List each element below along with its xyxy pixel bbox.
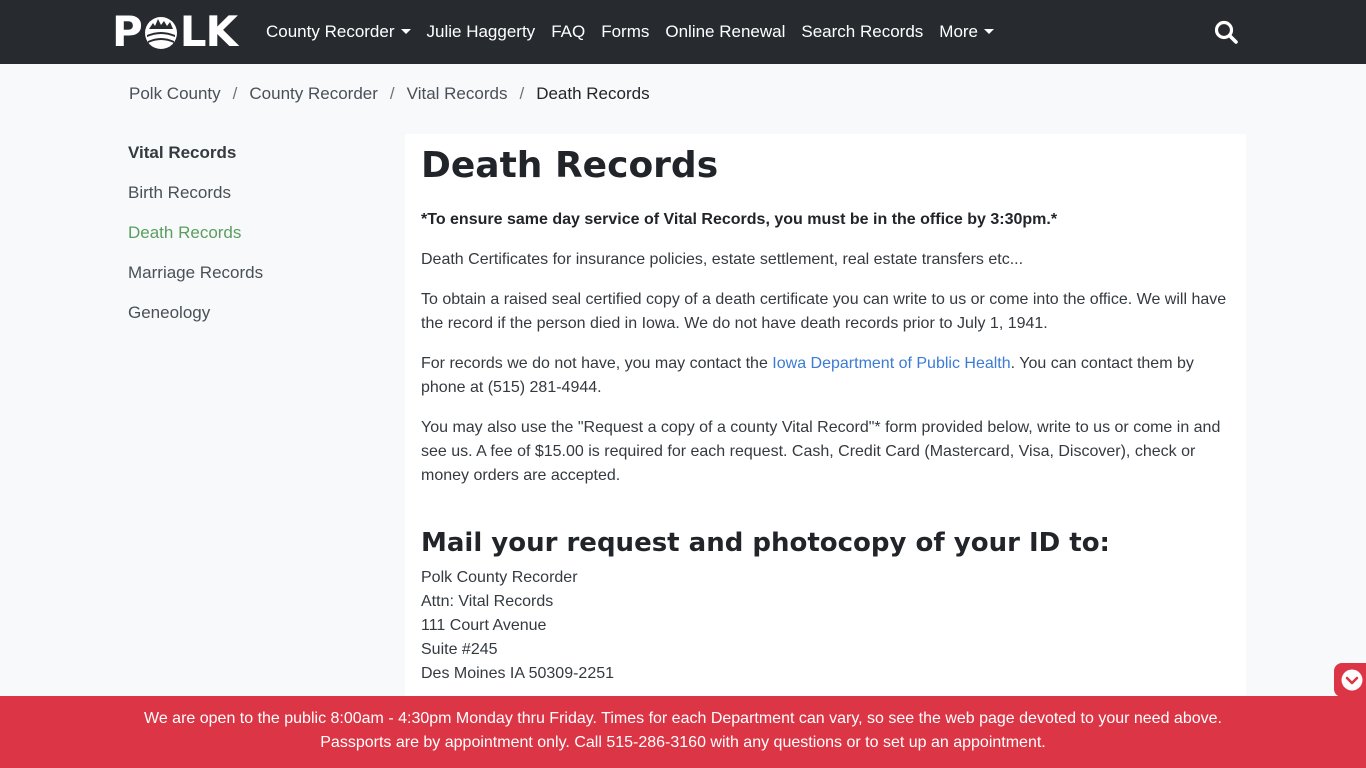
polk-logo[interactable]: P LK (112, 7, 238, 56)
chevron-down-circle-icon (1341, 669, 1363, 691)
breadcrumb-separator: / (389, 84, 395, 103)
nav-search-records-label: Search Records (801, 22, 924, 41)
paragraph-obtain-copy: To obtain a raised seal certified copy o… (421, 291, 1227, 332)
paragraph-certificates: Death Certificates for insurance policie… (421, 251, 1024, 268)
breadcrumb-county-recorder[interactable]: County Recorder (249, 84, 378, 104)
address-line: Des Moines IA 50309-2251 (421, 665, 615, 682)
nav-julie-haggerty[interactable]: Julie Haggerty (419, 0, 544, 64)
mail-heading: Mail your request and photocopy of your … (421, 528, 1110, 558)
logo-letters-lk: LK (179, 7, 238, 56)
caret-down-icon (984, 29, 995, 34)
logo-letter-p: P (112, 7, 143, 56)
nav-faq-label: FAQ (551, 22, 586, 41)
nav-online-renewal-label: Online Renewal (665, 22, 786, 41)
nav-more-label: More (939, 22, 979, 41)
paragraph-request-form: You may also use the "Request a copy of … (421, 419, 1221, 484)
polk-o-skyline-icon (144, 17, 177, 49)
top-navbar: P LK County Recorder Julie Haggerty FAQ … (0, 0, 1366, 64)
address-line: Attn: Vital Records (421, 593, 554, 610)
sidebar-item-marriage-records[interactable]: Marriage Records (128, 260, 378, 300)
caret-down-icon (400, 29, 411, 34)
same-day-notice: *To ensure same day service of Vital Rec… (421, 211, 1058, 228)
nav-julie-haggerty-label: Julie Haggerty (426, 22, 536, 41)
breadcrumb-death-records: Death Records (536, 84, 650, 103)
sidebar-nav: Vital Records Birth Records Death Record… (128, 140, 378, 340)
page-title: Death Records (421, 145, 719, 186)
nav-online-renewal[interactable]: Online Renewal (657, 0, 793, 64)
nav-county-recorder-label: County Recorder (266, 22, 395, 41)
nav-forms-label: Forms (601, 22, 650, 41)
sidebar-item-geneology[interactable]: Geneology (128, 300, 378, 340)
sidebar-heading-vital-records[interactable]: Vital Records (128, 140, 378, 180)
address-line: 111 Court Avenue (421, 617, 547, 634)
breadcrumb-polk-county[interactable]: Polk County (129, 84, 221, 104)
hours-alert-banner: We are open to the public 8:00am - 4:30p… (0, 696, 1366, 768)
search-icon (1214, 20, 1238, 44)
breadcrumb: Polk County / County Recorder / Vital Re… (129, 82, 650, 106)
nav-search-records[interactable]: Search Records (793, 0, 931, 64)
address-line: Polk County Recorder (421, 569, 578, 586)
address-line: Suite #245 (421, 641, 498, 658)
sidebar-item-birth-records[interactable]: Birth Records (128, 180, 378, 220)
main-nav: County Recorder Julie Haggerty FAQ Forms… (258, 0, 1002, 64)
breadcrumb-separator: / (232, 84, 238, 103)
iowa-dept-public-health-link[interactable]: Iowa Department of Public Health (772, 355, 1010, 372)
nav-county-recorder[interactable]: County Recorder (258, 0, 419, 64)
nav-faq[interactable]: FAQ (543, 0, 593, 64)
banner-text: We are open to the public 8:00am - 4:30p… (144, 710, 1222, 751)
search-button[interactable] (1212, 18, 1240, 46)
contact-text-before: For records we do not have, you may cont… (421, 355, 773, 372)
breadcrumb-separator: / (519, 84, 525, 103)
nav-forms[interactable]: Forms (593, 0, 657, 64)
sidebar-item-death-records[interactable]: Death Records (128, 220, 378, 260)
paragraph-contact-idph: For records we do not have, you may cont… (421, 352, 1230, 400)
breadcrumb-vital-records[interactable]: Vital Records (407, 84, 508, 104)
banner-toggle-button[interactable] (1334, 663, 1366, 697)
mailing-address: Polk County Recorder Attn: Vital Records… (421, 566, 1230, 686)
main-content: Death Records *To ensure same day servic… (405, 134, 1246, 734)
nav-more[interactable]: More (931, 0, 1002, 64)
